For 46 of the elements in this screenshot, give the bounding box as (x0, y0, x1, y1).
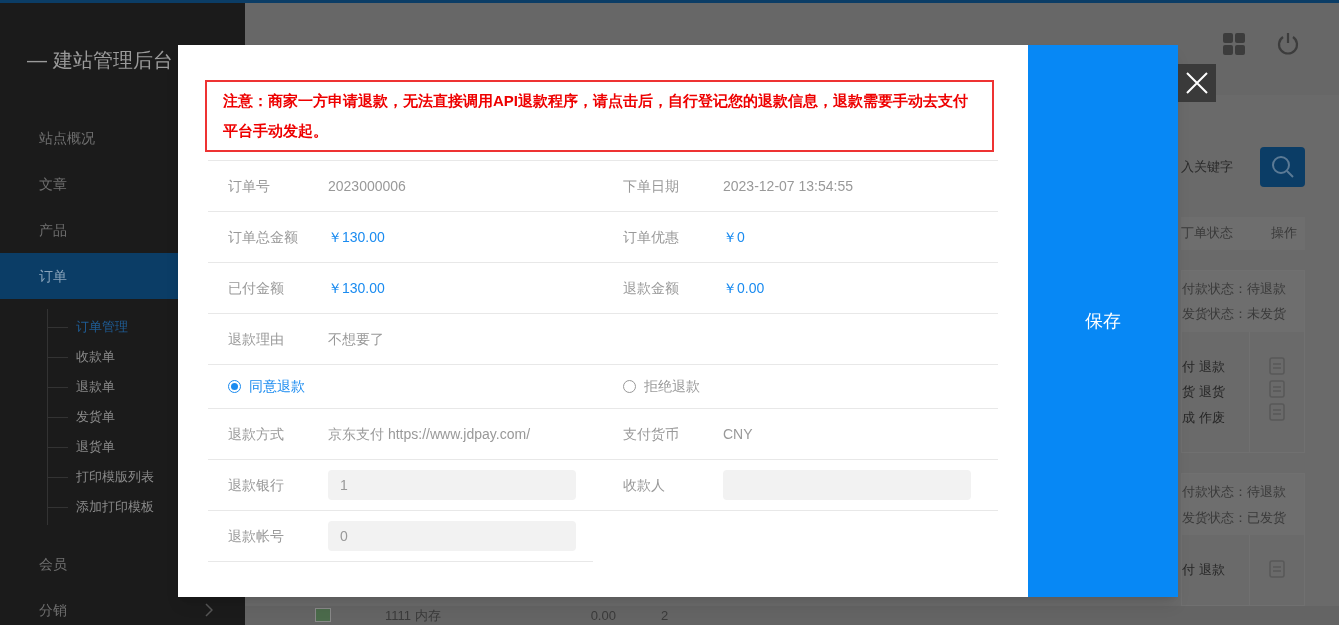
amount-value: ￥0 (723, 227, 745, 247)
field-label: 退款方式 (228, 424, 285, 444)
field-label: 下单日期 (623, 176, 680, 196)
field-label: 退款帐号 (228, 526, 285, 546)
submenu-item[interactable]: 收款单 (76, 347, 115, 367)
radio-option[interactable]: 同意退款 (228, 376, 305, 397)
field-label: 订单优惠 (623, 227, 680, 247)
search-icon (1270, 154, 1295, 179)
notice-message: 注意：商家一方申请退款，无法直接调用API退款程序，请点击后，自行登记您的退款信息，退款需要手动去支付平台手动发起。 (205, 80, 994, 152)
field-value: 不想要了 (328, 329, 384, 349)
field-label: 退款银行 (228, 475, 285, 495)
submenu-item[interactable]: 发货单 (76, 407, 115, 427)
field-label: 收款人 (623, 475, 666, 495)
action-links[interactable]: 付 退款 (1182, 560, 1249, 580)
action-links[interactable]: 货 退货 (1182, 382, 1249, 402)
field-value: 京东支付 https://www.jdpay.com/ (328, 424, 530, 444)
close-button[interactable] (1178, 64, 1216, 102)
field-label: 退款金额 (623, 278, 680, 298)
submenu-item[interactable]: 添加打印模板 (76, 497, 154, 517)
submenu-item[interactable]: 打印模版列表 (76, 467, 154, 487)
field-label: 退款理由 (228, 329, 285, 349)
save-button[interactable]: 保存 (1028, 45, 1178, 597)
action-links[interactable]: 付 退款 (1182, 356, 1249, 376)
input-field[interactable]: 1 (328, 470, 576, 500)
site-title: — 建站管理后台 (26, 48, 174, 73)
action-links[interactable]: 成 作废 (1182, 407, 1249, 427)
submenu-item[interactable]: 退货单 (76, 437, 115, 457)
field-value: 2023000006 (328, 176, 406, 196)
chevron-right-icon (205, 603, 213, 617)
input-field[interactable]: 0 (328, 521, 576, 551)
field-value: 2023-12-07 13:54:55 (723, 176, 853, 196)
field-value: CNY (723, 424, 753, 444)
submenu-item[interactable]: 订单管理 (76, 317, 128, 337)
amount-value: ￥130.00 (328, 278, 385, 298)
power-icon[interactable] (1277, 31, 1299, 56)
amount-value: ￥130.00 (328, 227, 385, 247)
field-label: 支付货币 (623, 424, 680, 444)
radio-option[interactable]: 拒绝退款 (623, 376, 700, 397)
amount-value: ￥0.00 (723, 278, 765, 298)
menu-item[interactable]: 分销 (0, 587, 245, 625)
submenu-item[interactable]: 退款单 (76, 377, 115, 397)
search-button[interactable] (1260, 146, 1305, 187)
grid-icon[interactable] (1223, 32, 1245, 55)
field-label: 订单号 (228, 176, 271, 196)
close-icon (1186, 72, 1208, 94)
field-label: 订单总金额 (228, 227, 299, 247)
